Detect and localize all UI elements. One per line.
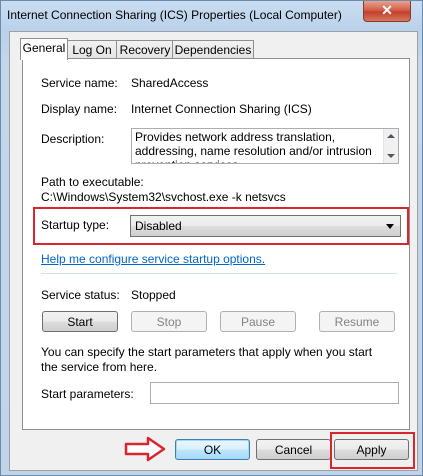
pause-button[interactable]: Pause xyxy=(220,311,296,332)
service-status-label: Service status: xyxy=(41,288,120,302)
scroll-up-icon[interactable] xyxy=(387,134,395,138)
window-title: Internet Connection Sharing (ICS) Proper… xyxy=(7,8,342,22)
scroll-down-icon[interactable] xyxy=(387,154,395,158)
tab-general[interactable]: General xyxy=(20,38,68,60)
display-name-value: Internet Connection Sharing (ICS) xyxy=(131,102,312,116)
tab-recovery[interactable]: Recovery xyxy=(116,40,174,59)
tab-log-on[interactable]: Log On xyxy=(66,40,118,59)
path-label: Path to executable: xyxy=(41,175,144,189)
ok-button[interactable]: OK xyxy=(175,439,250,460)
properties-window: Internet Connection Sharing (ICS) Proper… xyxy=(0,0,423,476)
service-name-value: SharedAccess xyxy=(131,76,209,90)
tab-dependencies[interactable]: Dependencies xyxy=(172,40,254,59)
service-name-label: Service name: xyxy=(41,76,118,90)
description-text: Provides network address translation, ad… xyxy=(135,130,372,163)
path-value: C:\Windows\System32\svchost.exe -k netsv… xyxy=(41,190,286,204)
service-status-value: Stopped xyxy=(131,288,176,302)
display-name-label: Display name: xyxy=(41,102,118,116)
start-params-info: You can specify the start parameters tha… xyxy=(41,345,373,374)
description-box[interactable]: Provides network address translation, ad… xyxy=(131,128,399,164)
apply-button[interactable]: Apply xyxy=(334,439,409,460)
description-scrollbar[interactable] xyxy=(383,129,398,163)
start-params-label: Start parameters: xyxy=(41,387,134,401)
dialog-client-area: General Log On Recovery Dependencies Ser… xyxy=(9,31,418,471)
separator xyxy=(41,273,397,274)
help-configure-link[interactable]: Help me configure service startup option… xyxy=(41,252,265,266)
startup-type-label: Startup type: xyxy=(41,218,110,232)
close-icon: ✕ xyxy=(381,2,393,18)
general-tab-panel: Service name: SharedAccess Display name:… xyxy=(22,58,410,430)
start-button[interactable]: Start xyxy=(42,311,118,332)
description-label: Description: xyxy=(41,132,105,146)
dropdown-arrow-icon xyxy=(386,224,394,229)
stop-button[interactable]: Stop xyxy=(131,311,207,332)
resume-button[interactable]: Resume xyxy=(319,311,395,332)
cancel-button[interactable]: Cancel xyxy=(256,439,331,460)
start-params-input[interactable] xyxy=(150,382,399,404)
right-arrow-icon xyxy=(124,436,166,462)
startup-type-select[interactable]: Disabled xyxy=(130,215,401,237)
close-button[interactable]: ✕ xyxy=(363,1,411,22)
title-bar[interactable]: Internet Connection Sharing (ICS) Proper… xyxy=(1,1,422,31)
startup-type-value: Disabled xyxy=(135,219,182,233)
